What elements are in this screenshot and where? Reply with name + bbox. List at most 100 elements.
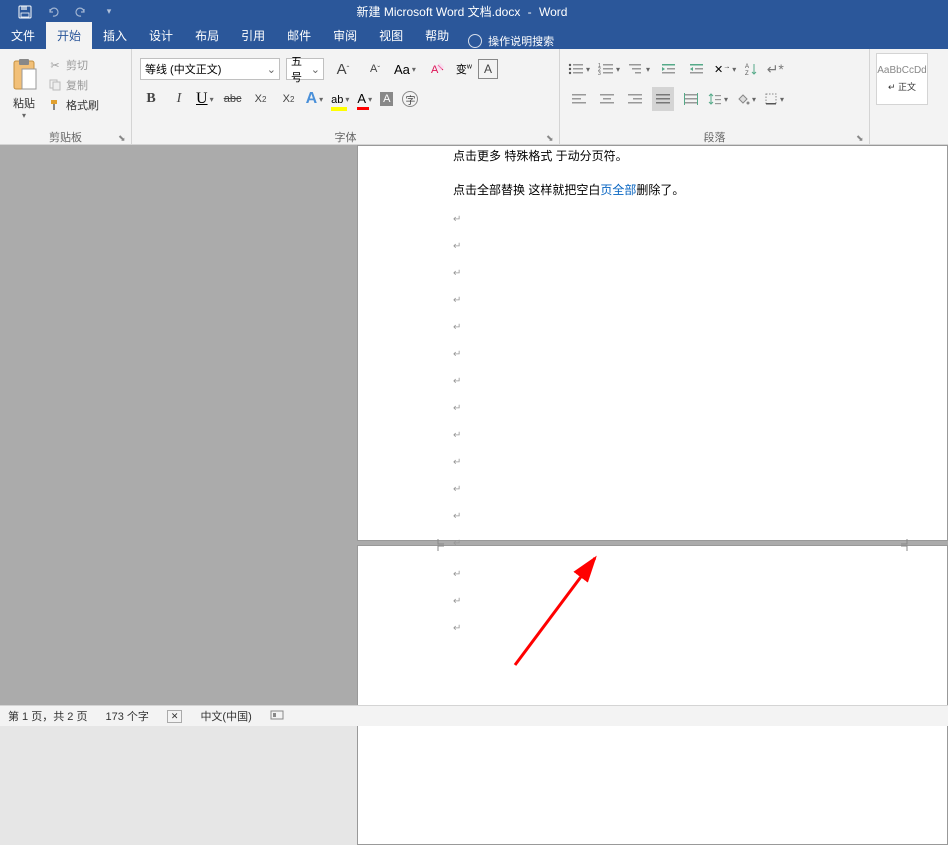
tab-view[interactable]: 视图	[368, 22, 414, 49]
document-page-2[interactable]: ↵ ↵ ↵	[357, 545, 948, 845]
cut-label: 剪切	[66, 57, 88, 73]
svg-text:3: 3	[598, 71, 601, 76]
italic-button[interactable]: I	[168, 87, 190, 111]
tell-me-search[interactable]: 操作说明搜索	[460, 33, 562, 49]
tab-review[interactable]: 审阅	[322, 22, 368, 49]
font-size-value: 五号	[291, 53, 308, 85]
status-macro-icon[interactable]	[270, 709, 284, 724]
tab-layout[interactable]: 布局	[184, 22, 230, 49]
borders-button[interactable]: ▾	[764, 92, 786, 106]
change-case-button[interactable]: Aa▾	[394, 62, 418, 77]
customize-qat-icon[interactable]: ▾	[102, 5, 116, 19]
group-clipboard: 粘贴 ▾ ✂ 剪切 复制 格式刷	[0, 49, 132, 144]
tab-mail[interactable]: 邮件	[276, 22, 322, 49]
tab-insert[interactable]: 插入	[92, 22, 138, 49]
paragraph-mark: ↵	[453, 346, 852, 363]
font-color-button[interactable]: A ▾	[357, 90, 374, 108]
font-size-combo[interactable]: 五号 ⌄	[286, 58, 324, 80]
doc-link[interactable]: 页全部	[600, 183, 636, 197]
group-font: 等线 (中文正文) ⌄ 五号 ⌄ Aˆ Aˇ Aa▾ A 变w A	[132, 49, 560, 144]
redo-icon[interactable]	[74, 5, 88, 19]
character-border-button[interactable]: A	[478, 59, 498, 79]
svg-text:A: A	[745, 64, 749, 70]
decrease-indent-button[interactable]	[658, 57, 680, 81]
tab-help[interactable]: 帮助	[414, 22, 460, 49]
svg-text:Z: Z	[745, 71, 749, 76]
statusbar: 第 1 页，共 2 页 173 个字 ✕ 中文(中国)	[0, 705, 948, 726]
align-left-icon	[572, 93, 586, 105]
numbering-button[interactable]: 123 ▾	[598, 62, 622, 76]
status-close-icon[interactable]: ✕	[167, 710, 183, 723]
paragraph-mark: ↵	[453, 508, 852, 525]
highlight-button[interactable]: ab ▾	[331, 90, 351, 108]
paragraph-mark: ↵	[453, 238, 852, 255]
titlebar: ▾ 新建 Microsoft Word 文档.docx - Word	[0, 0, 948, 23]
text-effects-button[interactable]: A▾	[306, 90, 326, 108]
line-spacing-button[interactable]: ▾	[708, 92, 730, 106]
clipboard-dialog-launcher[interactable]: ⬊	[118, 133, 128, 143]
tab-references[interactable]: 引用	[230, 22, 276, 49]
font-name-value: 等线 (中文正文)	[145, 61, 221, 77]
underline-button[interactable]: U▾	[196, 90, 216, 108]
document-workspace: 点击更多 特殊格式 于动分页符。 点击全部替换 这样就把空白页全部删除了。 ↵ …	[0, 145, 948, 705]
bold-button[interactable]: B	[140, 87, 162, 111]
format-painter-label: 格式刷	[66, 97, 99, 113]
grow-font-button[interactable]: Aˆ	[330, 57, 356, 81]
paragraph-mark: ↵	[453, 620, 852, 637]
tab-design[interactable]: 设计	[138, 22, 184, 49]
chevron-down-icon: ⌄	[264, 63, 279, 76]
paragraph-group-label: 段落	[564, 129, 865, 144]
paragraph-mark: ↵	[453, 211, 852, 228]
asian-layout-button[interactable]: ✕→▾	[714, 63, 738, 76]
group-paragraph: ▾ 123 ▾ ▾ ✕→▾	[560, 49, 870, 144]
status-language[interactable]: 中文(中国)	[200, 708, 251, 724]
phonetic-guide-button[interactable]: 变w	[456, 61, 472, 77]
increase-indent-button[interactable]	[686, 57, 708, 81]
character-shading-button[interactable]: A	[380, 92, 393, 106]
page-break-margin-right	[895, 539, 915, 551]
align-justify-button[interactable]	[652, 87, 674, 111]
bullets-button[interactable]: ▾	[568, 62, 592, 76]
align-justify-icon	[656, 93, 670, 105]
superscript-button[interactable]: X2	[278, 87, 300, 111]
document-page-1[interactable]: 点击更多 特殊格式 于动分页符。 点击全部替换 这样就把空白页全部删除了。 ↵ …	[357, 145, 948, 541]
multilevel-list-button[interactable]: ▾	[628, 62, 652, 76]
chevron-down-icon: ⌄	[308, 63, 323, 76]
paragraph-mark: ↵	[453, 373, 852, 390]
scissors-icon: ✂	[48, 58, 62, 72]
enclose-characters-button[interactable]: 字	[399, 87, 421, 111]
undo-icon[interactable]	[46, 5, 60, 19]
tell-me-label: 操作说明搜索	[488, 33, 554, 49]
align-center-button[interactable]	[596, 87, 618, 111]
style-name: ↵ 正文	[888, 80, 916, 93]
align-left-button[interactable]	[568, 87, 590, 111]
clear-format-button[interactable]: A	[424, 57, 450, 81]
ribbon: 粘贴 ▾ ✂ 剪切 复制 格式刷	[0, 49, 948, 145]
subscript-button[interactable]: X2	[250, 87, 272, 111]
show-marks-button[interactable]: ↵*	[764, 57, 786, 81]
sort-button[interactable]: AZ	[744, 62, 758, 76]
paragraph-dialog-launcher[interactable]: ⬊	[856, 133, 866, 143]
save-icon[interactable]	[18, 5, 32, 19]
cut-button[interactable]: ✂ 剪切	[48, 57, 99, 73]
shading-button[interactable]: ▾	[736, 92, 758, 106]
distribute-button[interactable]	[680, 87, 702, 111]
style-normal[interactable]: AaBbCcDd ↵ 正文	[876, 53, 928, 105]
tab-file[interactable]: 文件	[0, 22, 46, 49]
align-right-button[interactable]	[624, 87, 646, 111]
format-painter-button[interactable]: 格式刷	[48, 97, 99, 113]
font-dialog-launcher[interactable]: ⬊	[546, 133, 556, 143]
shrink-font-button[interactable]: Aˇ	[362, 57, 388, 81]
paste-button[interactable]: 粘贴 ▾	[4, 53, 44, 129]
paragraph-mark: ↵	[453, 454, 852, 471]
paragraph-mark: ↵	[453, 292, 852, 309]
font-name-combo[interactable]: 等线 (中文正文) ⌄	[140, 58, 280, 80]
copy-button[interactable]: 复制	[48, 77, 99, 93]
status-page[interactable]: 第 1 页，共 2 页	[8, 708, 87, 724]
bulb-icon	[468, 34, 482, 48]
style-preview: AaBbCcDd	[877, 65, 926, 76]
strikethrough-button[interactable]: abc	[222, 87, 244, 111]
status-wordcount[interactable]: 173 个字	[105, 708, 148, 724]
tab-home[interactable]: 开始	[46, 22, 92, 49]
align-center-icon	[600, 93, 614, 105]
